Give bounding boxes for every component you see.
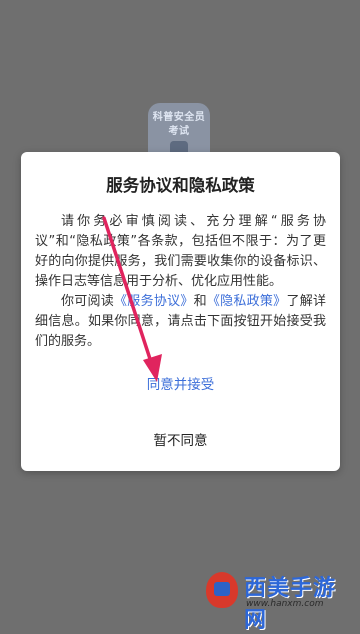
paragraph-2-and: 和 bbox=[193, 294, 207, 309]
dialog-paragraph-2: 你可阅读《服务协议》和《隐私政策》了解详细信息。如果你同意，请点击下面按钮开始接… bbox=[35, 292, 326, 352]
dialog-title: 服务协议和隐私政策 bbox=[106, 176, 255, 195]
watermark-url: www.hanxm.com bbox=[246, 599, 324, 609]
service-agreement-link[interactable]: 《服务协议》 bbox=[114, 294, 194, 309]
paragraph-2-lead: 你可阅读 bbox=[61, 294, 115, 309]
site-watermark: 西美手游网 www.hanxm.com bbox=[200, 568, 358, 633]
disagree-button[interactable]: 暂不同意 bbox=[21, 429, 340, 449]
gamepad-logo-icon bbox=[206, 572, 238, 608]
dialog-body: 请你务必审慎阅读、充分理解“服务协议”和“隐私政策”各条款，包括但不限于：为了更… bbox=[35, 212, 326, 352]
agree-button[interactable]: 同意并接受 bbox=[21, 373, 340, 393]
privacy-dialog: 服务协议和隐私政策 请你务必审慎阅读、充分理解“服务协议”和“隐私政策”各条款，… bbox=[21, 152, 340, 471]
dialog-paragraph-1: 请你务必审慎阅读、充分理解“服务协议”和“隐私政策”各条款，包括但不限于：为了更… bbox=[35, 214, 326, 289]
badge-text: 科普安全员 考试 bbox=[152, 112, 206, 137]
privacy-policy-link[interactable]: 《隐私政策》 bbox=[207, 294, 287, 309]
